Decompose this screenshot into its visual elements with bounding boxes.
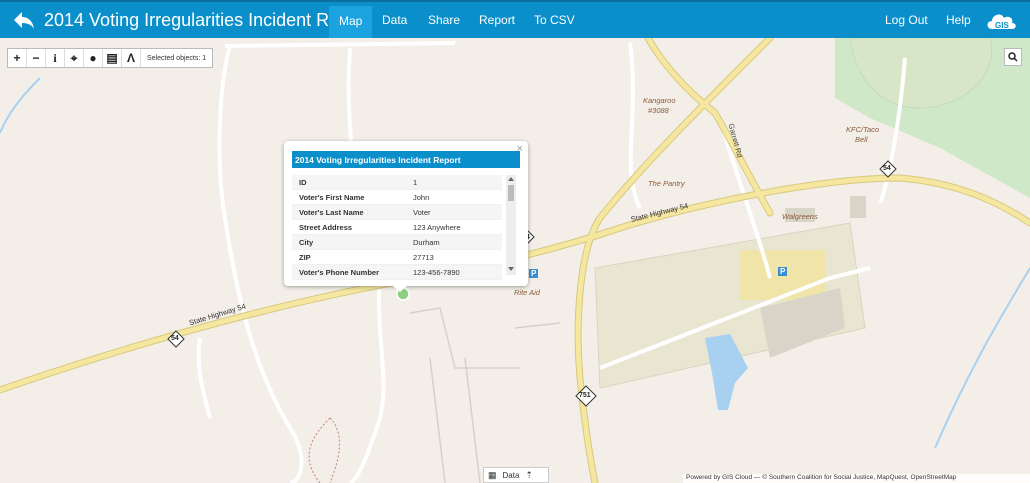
attr-value: John: [413, 192, 430, 202]
shield-54-left: 54: [171, 335, 179, 342]
attr-key: Voter's Last Name: [299, 207, 364, 217]
nav-to-csv[interactable]: To CSV: [534, 13, 575, 27]
info-icon[interactable]: i: [46, 49, 65, 67]
attr-key: ZIP: [299, 252, 311, 262]
back-arrow-icon[interactable]: [12, 9, 36, 31]
nav-share[interactable]: Share: [428, 13, 460, 27]
parking-label-riteaid: P: [531, 269, 537, 278]
shield-751: 751: [579, 392, 591, 399]
label-kfc: KFC/Taco: [846, 125, 880, 134]
attr-value: 123 Anywhere: [413, 222, 461, 232]
print-icon[interactable]: ▤: [103, 49, 122, 67]
label-riteaid: Rite Aid: [514, 288, 540, 297]
nav-data[interactable]: Data: [382, 13, 407, 27]
top-bar: 2014 Voting Irregularities Incident Repo…: [0, 0, 1030, 38]
help-link[interactable]: Help: [946, 13, 971, 27]
feature-popup: × 2014 Voting Irregularities Incident Re…: [284, 141, 528, 286]
svg-text:GIS: GIS: [995, 21, 1009, 30]
attr-key: City: [299, 237, 314, 247]
parking-label-lot: P: [780, 267, 786, 276]
popup-row: Voter's Last Name Voter: [292, 205, 502, 220]
popup-row: Voter's Phone Number 123-456-7890: [292, 265, 502, 280]
logout-link[interactable]: Log Out: [885, 13, 928, 27]
attr-key: Street Address: [299, 222, 353, 232]
app-title: 2014 Voting Irregularities Incident Repo…: [44, 10, 371, 30]
label-bell: Bell: [855, 135, 868, 144]
label-kangaroo-number: #3088: [648, 106, 669, 115]
globe-icon[interactable]: ●: [84, 49, 103, 67]
attr-key: ID: [299, 177, 307, 187]
attr-value: Voter: [413, 207, 431, 217]
label-pantry: The Pantry: [648, 179, 685, 188]
popup-row: Voter's First Name John: [292, 190, 502, 205]
zoom-in-icon[interactable]: +: [8, 49, 27, 67]
popup-pointer: [392, 285, 408, 292]
attr-value: 1: [413, 177, 418, 187]
pin-icon: ⇡: [525, 469, 533, 480]
nav-map[interactable]: Map: [329, 6, 373, 38]
crosshair-icon[interactable]: ⌖: [65, 49, 84, 67]
search-icon[interactable]: [1004, 48, 1022, 66]
data-tab-label: Data: [502, 470, 520, 480]
popup-row: ID 1: [292, 175, 502, 190]
gis-cloud-logo: GIS: [987, 14, 1016, 30]
shield-54-right: 54: [883, 165, 891, 172]
label-kangaroo: Kangaroo: [643, 96, 676, 105]
attr-value: 123-456-7890: [413, 267, 460, 277]
popup-scrollbar[interactable]: [506, 175, 516, 275]
popup-attribute-table: ID 1 Voter's First Name John Voter's Las…: [292, 175, 502, 280]
attr-value: 27713: [413, 252, 434, 262]
selected-objects-count: Selected objects: 1: [147, 54, 207, 62]
popup-row: ZIP 27713: [292, 250, 502, 265]
popup-row: Street Address 123 Anywhere: [292, 220, 502, 235]
grid-icon: ▦: [488, 469, 497, 480]
attr-key: Voter's First Name: [299, 192, 365, 202]
attr-value: Durham: [413, 237, 440, 247]
label-walgreens: Walgreens: [782, 212, 818, 221]
popup-title: 2014 Voting Irregularities Incident Repo…: [292, 151, 520, 168]
attr-key: Voter's Phone Number: [299, 267, 379, 277]
nav-report[interactable]: Report: [479, 13, 515, 27]
data-panel-tab[interactable]: ▦ Data ⇡: [483, 467, 549, 483]
popup-row: City Durham: [292, 235, 502, 250]
map-toolbar: + − i ⌖ ● ▤ Λ Selected objects: 1: [7, 48, 214, 68]
building-small: [850, 196, 866, 218]
measure-icon[interactable]: Λ: [122, 49, 141, 67]
map-attribution: Powered by GIS Cloud — © Southern Coalit…: [683, 474, 1030, 483]
zoom-out-icon[interactable]: −: [27, 49, 46, 67]
